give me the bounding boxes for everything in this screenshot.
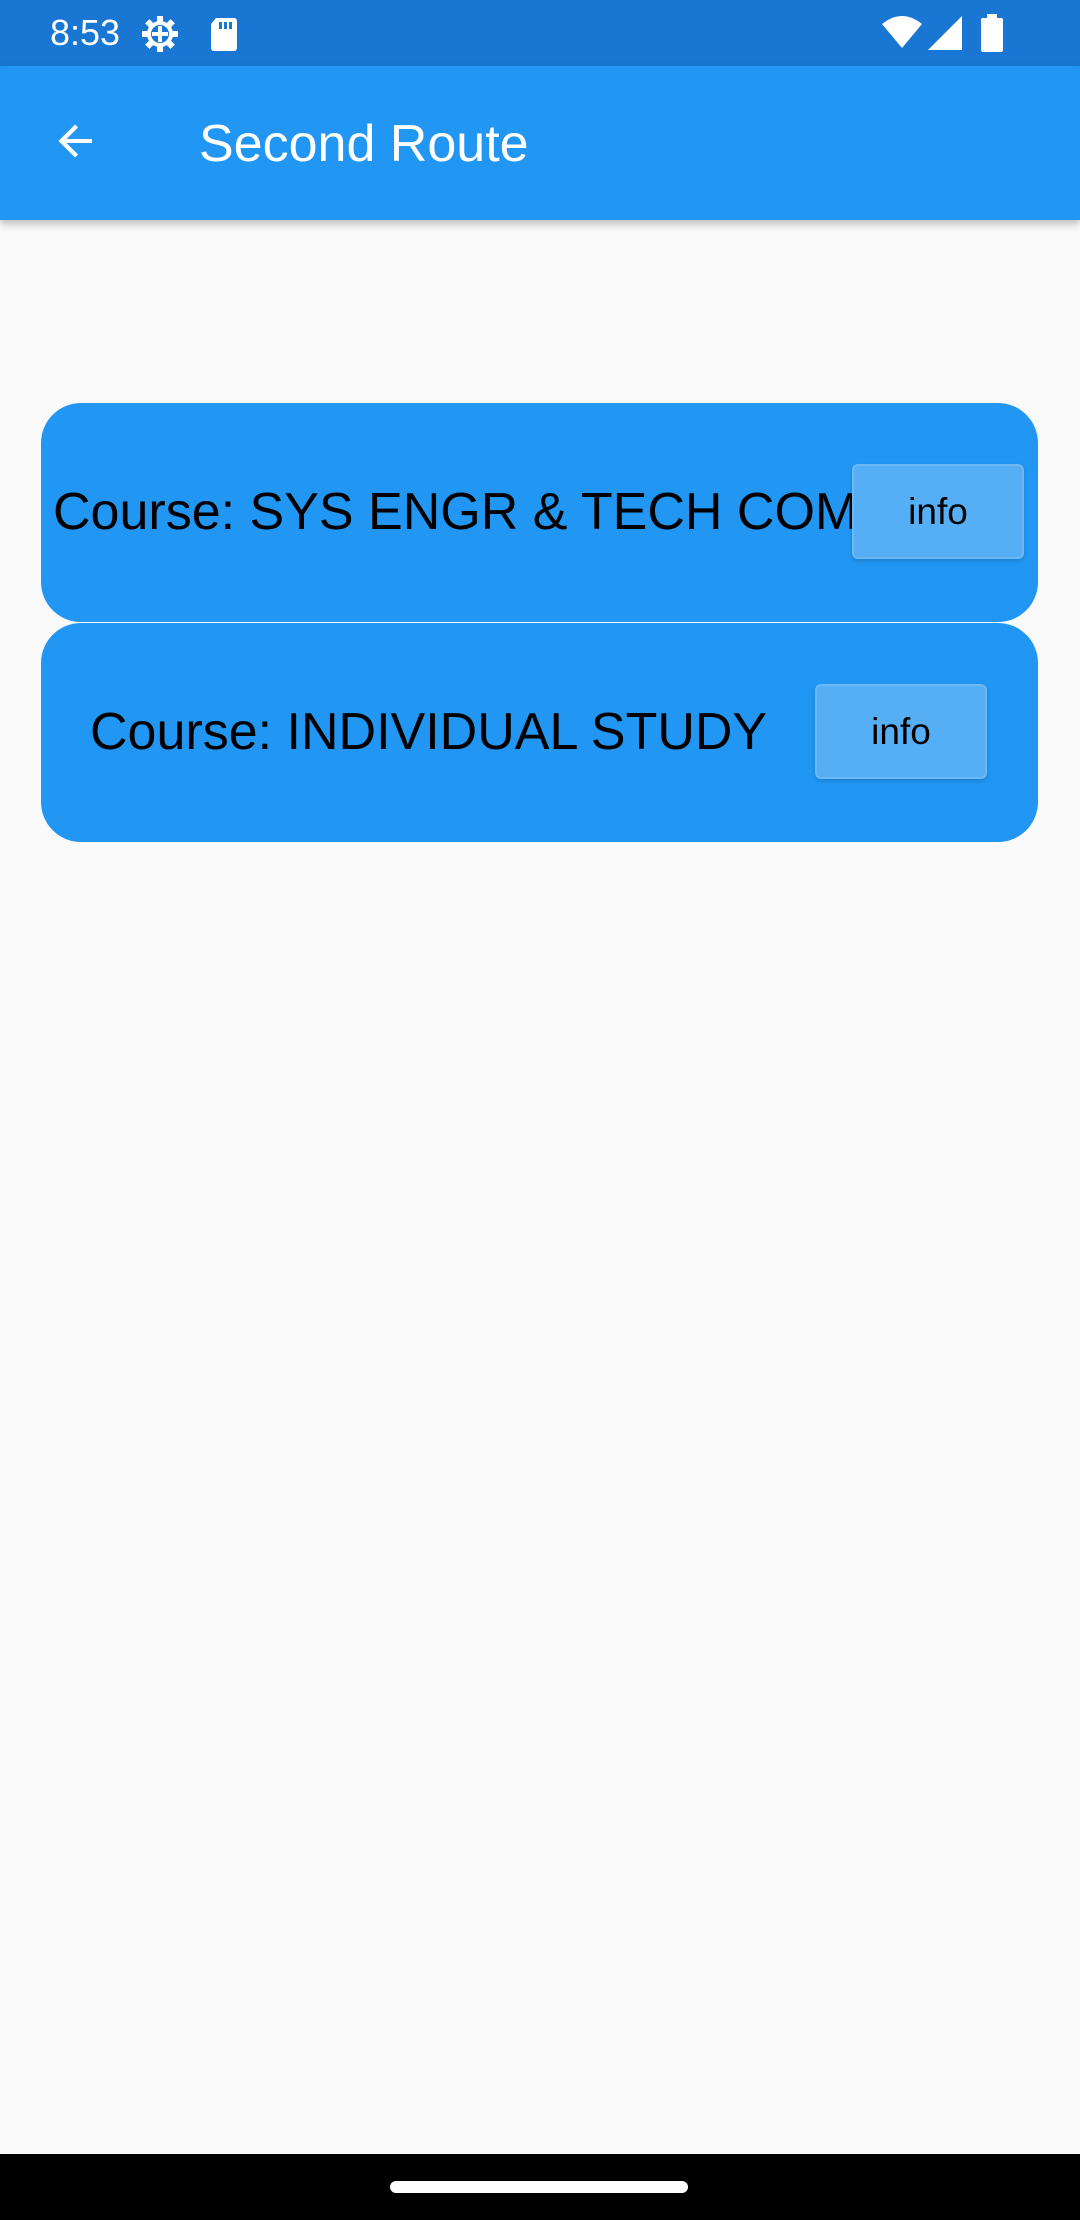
arrow-back-icon [52, 117, 100, 170]
screen: 8:53 Second Route Course: SYS ENGR & TEC… [0, 0, 1080, 2220]
back-button[interactable] [36, 103, 116, 183]
course-label: Course: INDIVIDUAL STUDY [90, 703, 768, 761]
battery-icon [978, 14, 1006, 54]
cellular-signal-icon [926, 14, 966, 54]
sd-card-icon [204, 14, 244, 54]
wifi-icon [880, 14, 924, 54]
settings-gear-icon [140, 14, 180, 54]
course-card: Course: INDIVIDUAL STUDY info [41, 623, 1038, 842]
info-button[interactable]: info [815, 684, 987, 779]
navigation-bar [0, 2154, 1080, 2220]
status-bar: 8:53 [0, 0, 1080, 66]
course-card: Course: SYS ENGR & TECH COM info [41, 403, 1038, 622]
status-time: 8:53 [50, 12, 121, 53]
page-title: Second Route [199, 115, 529, 173]
info-button[interactable]: info [852, 464, 1024, 559]
course-label: Course: SYS ENGR & TECH COM [53, 483, 859, 541]
home-gesture-handle[interactable] [390, 2181, 688, 2193]
app-bar: Second Route [0, 66, 1080, 220]
